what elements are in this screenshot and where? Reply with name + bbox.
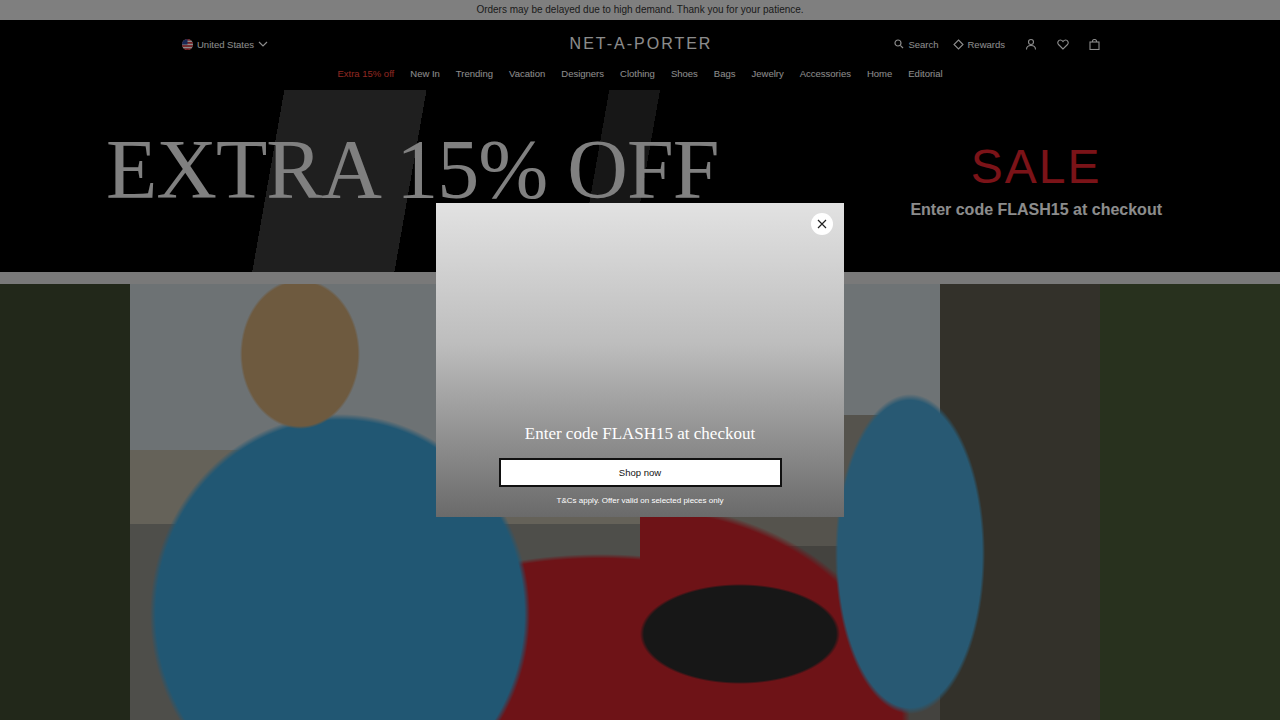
modal-terms: T&Cs apply. Offer valid on selected piec…: [557, 496, 724, 505]
close-button[interactable]: [811, 213, 833, 235]
promo-modal: Enter code FLASH15 at checkout Shop now T&…: [436, 203, 844, 517]
shop-now-button[interactable]: Shop now: [499, 458, 782, 487]
page: Orders may be delayed due to high demand…: [0, 0, 1280, 720]
modal-message: Enter code FLASH15 at checkout: [525, 424, 755, 444]
close-icon: [817, 219, 827, 229]
modal-overlay[interactable]: Enter code FLASH15 at checkout Shop now T&…: [0, 0, 1280, 720]
